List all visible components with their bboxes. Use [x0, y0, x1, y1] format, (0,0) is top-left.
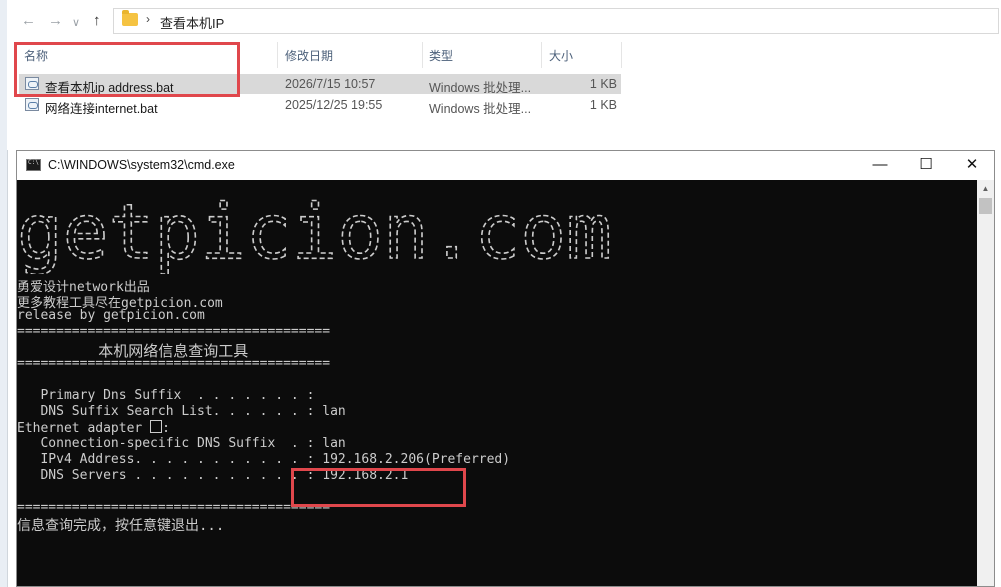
- maximize-button[interactable]: ☐: [903, 151, 949, 180]
- console-output[interactable]: getpicion.com 勇爱设计network出品 更多教程工具尽在getp…: [17, 180, 977, 586]
- batch-file-icon: [25, 98, 39, 111]
- file-modified: 2026/7/15 10:57: [285, 77, 376, 91]
- cmd-title-bar[interactable]: C:\WINDOWS\system32\cmd.exe — ☐ ✕: [17, 151, 994, 180]
- file-type: Windows 批处理...: [429, 81, 532, 95]
- column-header-size[interactable]: 大小: [549, 47, 573, 64]
- address-bar[interactable]: › 查看本机IP: [113, 8, 999, 34]
- console-line: ========================================: [17, 500, 331, 515]
- breadcrumb-separator[interactable]: ›: [146, 12, 150, 26]
- breadcrumb-current-folder[interactable]: 查看本机IP: [160, 13, 224, 32]
- column-divider[interactable]: [277, 42, 278, 68]
- minimize-button[interactable]: —: [857, 151, 903, 180]
- scrollbar-thumb[interactable]: [979, 198, 992, 214]
- ascii-art-text: getpicion.com: [17, 188, 612, 274]
- console-line: ========================================: [17, 356, 331, 371]
- navigation-bar: ← → ∨ ↑ › 查看本机IP: [7, 0, 1001, 42]
- console-icon: [26, 159, 41, 171]
- column-header-type[interactable]: 类型: [429, 47, 453, 64]
- cmd-window: C:\WINDOWS\system32\cmd.exe — ☐ ✕ getpic…: [16, 150, 995, 587]
- file-type: Windows 批处理...: [429, 102, 532, 116]
- console-line-ethernet: Ethernet adapter :: [17, 420, 170, 436]
- chevron-down-icon[interactable]: ∨: [72, 16, 80, 29]
- console-line: DNS Suffix Search List. . . . . . : lan: [17, 404, 346, 419]
- file-modified: 2025/12/25 19:55: [285, 98, 383, 112]
- console-line: IPv4 Address. . . . . . . . . . . : 192.…: [17, 452, 511, 467]
- console-line: release by getpicion.com: [17, 308, 205, 323]
- arrow-right-icon[interactable]: →: [48, 12, 63, 29]
- file-name: 网络连接internet.bat: [45, 102, 158, 116]
- column-header-modified[interactable]: 修改日期: [285, 47, 333, 64]
- highlight-box-file: [14, 42, 240, 97]
- file-size: 1 KB: [589, 77, 617, 91]
- column-divider[interactable]: [541, 42, 542, 68]
- console-line: 信息查询完成，按任意键退出...: [17, 518, 225, 534]
- close-button[interactable]: ✕: [949, 151, 995, 180]
- console-line: Connection-specific DNS Suffix . : lan: [17, 436, 346, 451]
- ascii-art-banner: getpicion.com: [17, 188, 613, 274]
- vertical-scrollbar[interactable]: ▲: [977, 180, 994, 586]
- missing-glyph-box: [150, 420, 163, 433]
- folder-icon: [122, 10, 138, 26]
- arrow-left-icon[interactable]: ←: [21, 12, 36, 29]
- column-divider[interactable]: [621, 42, 622, 68]
- highlight-box-dns: [291, 468, 466, 507]
- cmd-title: C:\WINDOWS\system32\cmd.exe: [48, 158, 235, 172]
- file-size: 1 KB: [589, 98, 617, 112]
- file-row[interactable]: 网络连接internet.bat 2025/12/25 19:55 Window…: [19, 95, 621, 116]
- scroll-up-icon[interactable]: ▲: [977, 180, 994, 197]
- console-line: Primary Dns Suffix . . . . . . . :: [17, 388, 315, 403]
- column-divider[interactable]: [422, 42, 423, 68]
- arrow-up-icon[interactable]: ↑: [93, 12, 101, 29]
- ethernet-colon: :: [162, 421, 170, 436]
- ethernet-label: Ethernet adapter: [17, 421, 151, 436]
- console-line: ========================================: [17, 324, 331, 339]
